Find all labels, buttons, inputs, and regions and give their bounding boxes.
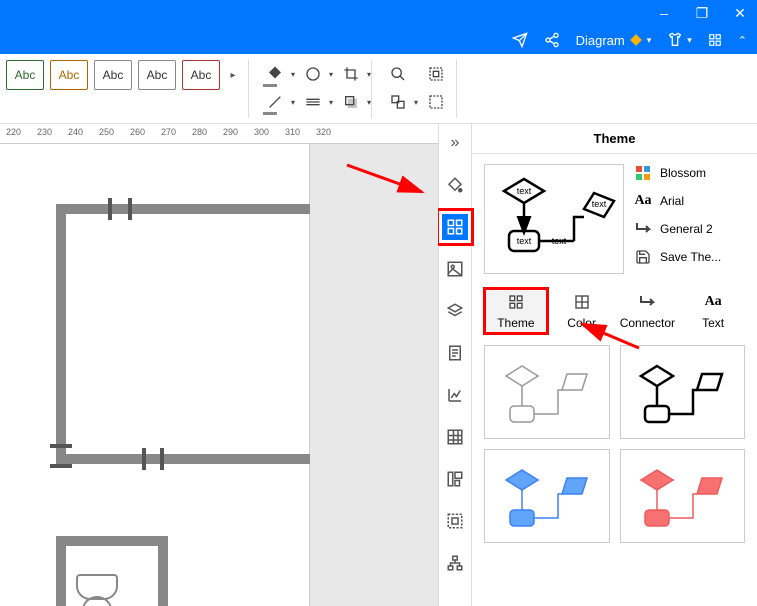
diamond-icon — [629, 33, 643, 47]
canvas[interactable] — [0, 144, 310, 606]
color-grid-icon — [574, 294, 590, 312]
style-gallery[interactable]: Abc Abc Abc Abc Abc ▸ — [6, 60, 249, 118]
style-swatch[interactable]: Abc — [182, 60, 220, 90]
theme-thumbnail[interactable] — [484, 345, 610, 439]
save-icon — [634, 248, 652, 266]
palette-icon — [634, 164, 652, 182]
option-label: Save The... — [660, 250, 721, 264]
line-style-icon[interactable]: ▾ — [299, 90, 327, 114]
group-icon[interactable]: ▾ — [384, 90, 412, 114]
close-button[interactable]: ✕ — [731, 4, 749, 22]
right-panel: Theme text text text text — [472, 124, 757, 606]
image-panel-icon[interactable] — [442, 256, 468, 282]
minimize-button[interactable]: – — [655, 4, 673, 22]
main-area: 220 230 240 250 260 270 280 290 300 310 … — [0, 124, 757, 606]
theme-panel-icon[interactable] — [442, 214, 468, 240]
canvas-zone[interactable]: 220 230 240 250 260 270 280 290 300 310 … — [0, 124, 438, 606]
theme-thumbnail[interactable] — [484, 449, 610, 543]
diagram-dropdown[interactable]: Diagram ▾ — [576, 33, 652, 48]
theme-option-blossom[interactable]: Blossom — [634, 164, 745, 182]
panel-title: Theme — [472, 124, 757, 154]
layers-panel-icon[interactable] — [442, 298, 468, 324]
theme-thumbnails — [484, 345, 745, 543]
ruler-tick: 260 — [130, 127, 145, 137]
align-panel-icon[interactable] — [442, 466, 468, 492]
connector-icon — [634, 220, 652, 238]
shape-circle-icon[interactable]: ▾ — [299, 62, 327, 86]
option-label: General 2 — [660, 222, 713, 236]
theme-grid-icon — [508, 294, 524, 312]
apps-icon[interactable] — [708, 33, 722, 47]
table-panel-icon[interactable] — [442, 424, 468, 450]
connector-tab-icon — [639, 294, 655, 312]
tab-text[interactable]: Aa Text — [681, 288, 745, 334]
deselect-icon[interactable] — [422, 90, 450, 114]
ruler-tick: 320 — [316, 127, 331, 137]
org-panel-icon[interactable] — [442, 550, 468, 576]
chevron-down-icon: ▾ — [687, 35, 692, 46]
shadow-icon[interactable]: ▾ — [337, 90, 365, 114]
theme-option-save[interactable]: Save The... — [634, 248, 745, 266]
ruler-tick: 300 — [254, 127, 269, 137]
tab-label: Theme — [497, 316, 534, 330]
ruler-tick: 290 — [223, 127, 238, 137]
toolbar: Abc Abc Abc Abc Abc ▸ ▾ ▾ ▾ ▾ ▾ ▾ ▾ — [0, 54, 757, 124]
svg-text:text: text — [592, 199, 607, 209]
line-color-icon[interactable]: ▾ — [261, 90, 289, 114]
chevron-down-icon: ▾ — [647, 35, 652, 46]
theme-option-font[interactable]: Aa Arial — [634, 192, 745, 210]
tab-theme[interactable]: Theme — [484, 288, 548, 334]
annotation-arrow-icon — [342, 160, 432, 200]
focus-panel-icon[interactable] — [442, 508, 468, 534]
ruler-tick: 280 — [192, 127, 207, 137]
annotation-arrow-icon — [574, 320, 644, 352]
fill-panel-icon[interactable] — [442, 172, 468, 198]
chart-panel-icon[interactable] — [442, 382, 468, 408]
ruler-tick: 220 — [6, 127, 21, 137]
ribbon-bar: Diagram ▾ ▾ ⌃ — [0, 26, 757, 54]
tshirt-icon[interactable]: ▾ — [667, 32, 692, 48]
search-icon[interactable] — [384, 62, 412, 86]
style-more-icon[interactable]: ▸ — [226, 60, 240, 90]
select-all-icon[interactable] — [422, 62, 450, 86]
restore-button[interactable]: ❐ — [693, 4, 711, 22]
theme-tabs: Theme Color Connector Aa Text — [484, 288, 745, 335]
svg-text:text: text — [517, 236, 532, 246]
collapse-panel-icon[interactable]: » — [442, 130, 468, 156]
tab-label: Text — [702, 316, 724, 330]
fill-bucket-icon[interactable]: ▾ — [261, 62, 289, 86]
ruler-tick: 310 — [285, 127, 300, 137]
theme-option-connector[interactable]: General 2 — [634, 220, 745, 238]
crop-icon[interactable]: ▾ — [337, 62, 365, 86]
theme-thumbnail[interactable] — [620, 449, 746, 543]
window-titlebar: – ❐ ✕ — [0, 0, 757, 26]
style-swatch[interactable]: Abc — [6, 60, 44, 90]
style-swatch[interactable]: Abc — [94, 60, 132, 90]
ruler-tick: 240 — [68, 127, 83, 137]
theme-preview: text text text text — [484, 164, 624, 274]
svg-text:text: text — [517, 186, 532, 196]
font-icon: Aa — [634, 192, 652, 210]
ruler-tick: 250 — [99, 127, 114, 137]
right-icon-strip: » — [438, 124, 472, 606]
style-swatch[interactable]: Abc — [138, 60, 176, 90]
text-tab-icon: Aa — [705, 294, 722, 312]
ruler-tick: 230 — [37, 127, 52, 137]
page-panel-icon[interactable] — [442, 340, 468, 366]
option-label: Arial — [660, 194, 684, 208]
style-swatch[interactable]: Abc — [50, 60, 88, 90]
chevron-up-icon[interactable]: ⌃ — [738, 34, 747, 47]
send-icon[interactable] — [512, 32, 528, 48]
theme-thumbnail[interactable] — [620, 345, 746, 439]
view-tools-group: ▾ — [378, 60, 457, 118]
ruler-tick: 270 — [161, 127, 176, 137]
diagram-label: Diagram — [576, 33, 625, 48]
horizontal-ruler: 220 230 240 250 260 270 280 290 300 310 … — [0, 124, 438, 144]
shape-tools-group: ▾ ▾ ▾ ▾ ▾ ▾ — [255, 60, 372, 118]
share-icon[interactable] — [544, 32, 560, 48]
option-label: Blossom — [660, 166, 706, 180]
